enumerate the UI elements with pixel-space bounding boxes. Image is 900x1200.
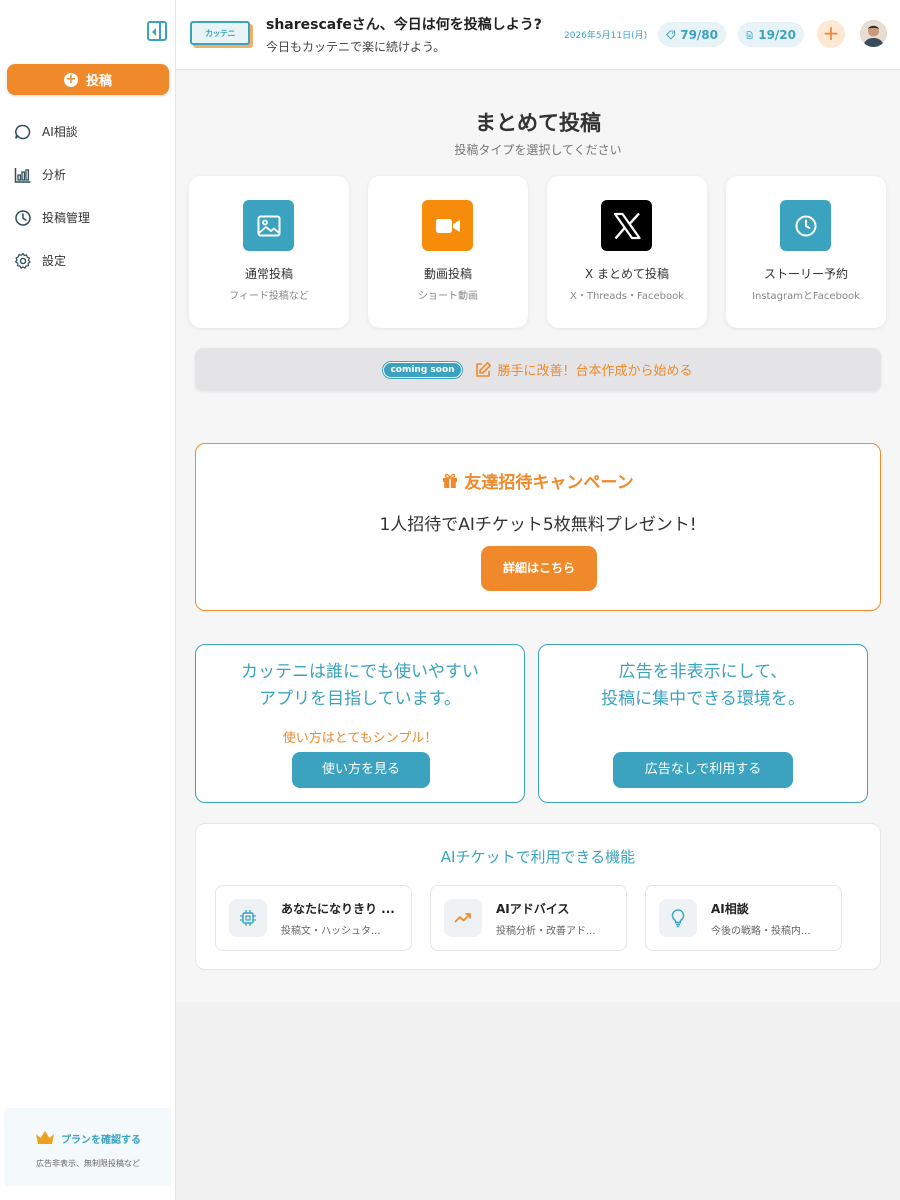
feature-name: AI相談	[711, 902, 749, 916]
crown-icon	[36, 1131, 54, 1144]
ad-free-title: 広告を非表示にして、 投稿に集中できる環境を。	[539, 659, 867, 713]
usage-guide-card: カッテニは誰にでも使いやすい アプリを目指しています。 使い方はとてもシンプル！…	[195, 644, 525, 803]
sidebar-nav: AI相談 分析 投稿管理 設定	[0, 110, 176, 282]
plan-link[interactable]: プランを確認する	[4, 1130, 172, 1146]
campaign-details-button[interactable]: 詳細はこちら	[481, 546, 597, 591]
trend-up-icon	[444, 899, 482, 937]
ai-ticket-count: 79/80	[680, 27, 718, 42]
sidebar-item-analytics[interactable]: 分析	[0, 153, 176, 196]
ticket-icon	[666, 30, 676, 39]
post-type-label: X まとめて投稿	[584, 267, 670, 281]
x-logo-icon	[601, 200, 652, 251]
features-title: AIチケットで利用できる機能	[440, 848, 636, 866]
greeting-title: sharescafeさん、今日は何を投稿しよう?	[266, 17, 542, 33]
clock-icon	[15, 209, 31, 226]
clock-icon	[780, 200, 831, 251]
chat-bubble-icon	[15, 124, 31, 139]
sidebar-collapse-icon[interactable]	[147, 21, 167, 41]
ad-free-line2: 投稿に集中できる環境を。	[601, 689, 805, 709]
feature-ai-advice[interactable]: AIアドバイス 投稿分析・改善アド...	[430, 885, 627, 951]
sidebar-item-label: 投稿管理	[42, 211, 91, 225]
usage-guide-accent: 使い方はとてもシンプル！	[282, 731, 438, 746]
plan-link-label: プランを確認する	[61, 1134, 141, 1146]
edit-icon	[475, 361, 491, 377]
feature-name: あなたになりきり ...	[281, 902, 395, 916]
plan-box: プランを確認する 広告非表示、無制限投稿など	[4, 1108, 172, 1186]
post-type-desc: InstagramとFacebook	[752, 291, 860, 302]
usage-guide-line1: カッテニは誰にでも使いやすい	[241, 662, 479, 682]
coming-soon-badge: coming soon	[383, 361, 462, 378]
main-content: まとめて投稿 投稿タイプを選択してください 通常投稿 フィード投稿など 動画投稿…	[176, 71, 900, 1002]
page-title: まとめて投稿	[475, 111, 601, 135]
gear-icon	[14, 252, 31, 269]
video-camera-icon	[422, 200, 473, 251]
page-subtitle: 投稿タイプを選択してください	[454, 143, 622, 157]
usage-guide-line2: アプリを目指しています。	[259, 689, 461, 709]
ai-ticket-badge[interactable]: 79/80	[658, 22, 726, 47]
sidebar-item-settings[interactable]: 設定	[0, 239, 176, 282]
lightbulb-icon	[659, 899, 697, 937]
post-type-label: 通常投稿	[244, 267, 293, 281]
feature-persona[interactable]: あなたになりきり ... 投稿文・ハッシュタ...	[215, 885, 412, 951]
ad-free-button[interactable]: 広告なしで利用する	[613, 752, 793, 788]
post-type-desc: フィード投稿など	[229, 291, 309, 302]
user-photo-icon	[860, 20, 887, 47]
script-creation-banner: coming soon 勝手に改善！台本作成から始める	[195, 348, 881, 391]
sidebar: + 投稿 AI相談 分析 投稿管理 設定 プランを確認する 広告非表示、無制限投…	[0, 0, 176, 1200]
sidebar-item-ai-consult[interactable]: AI相談	[0, 110, 176, 153]
script-creation-link: 勝手に改善！台本作成から始める	[474, 360, 693, 379]
ai-ticket-features: AIチケットで利用できる機能 あなたになりきり ... 投稿文・ハッシュタ...…	[195, 823, 881, 970]
feature-desc: 投稿文・ハッシュタ...	[281, 926, 381, 937]
app-logo[interactable]: カッテニ	[190, 21, 250, 45]
post-type-label: 動画投稿	[423, 267, 472, 281]
current-date: 2026年5月11日(月)	[564, 31, 648, 41]
feature-ai-consult[interactable]: AI相談 今後の戦略・投稿内...	[645, 885, 842, 951]
referral-campaign: 友達招待キャンペーン 1人招待でAIチケット5枚無料プレゼント! 詳細はこちら	[195, 443, 881, 611]
post-type-x-bulk[interactable]: X まとめて投稿 X・Threads・Facebook	[547, 176, 707, 328]
header: カッテニ sharescafeさん、今日は何を投稿しよう? 今日もカッテニで楽に…	[176, 0, 900, 70]
post-button-label: 投稿	[85, 74, 112, 89]
feature-desc: 投稿分析・改善アド...	[496, 926, 596, 937]
feature-name: AIアドバイス	[496, 902, 570, 916]
gift-icon	[443, 473, 458, 488]
chip-icon	[229, 899, 267, 937]
post-type-story-schedule[interactable]: ストーリー予約 InstagramとFacebook	[726, 176, 886, 328]
feature-desc: 今後の戦略・投稿内...	[711, 926, 811, 937]
usage-guide-title: カッテニは誰にでも使いやすい アプリを目指しています。	[196, 659, 524, 713]
bar-chart-icon	[14, 167, 31, 183]
script-creation-label: 勝手に改善！台本作成から始める	[497, 364, 693, 379]
post-type-label: ストーリー予約	[763, 267, 848, 281]
plus-icon: +	[63, 71, 78, 87]
post-type-video[interactable]: 動画投稿 ショート動画	[368, 176, 528, 328]
post-type-desc: X・Threads・Facebook	[569, 291, 684, 302]
post-count: 19/20	[758, 27, 796, 42]
sidebar-item-label: 設定	[42, 254, 67, 268]
greeting-subtitle: 今日もカッテニで楽に続けよう。	[266, 40, 446, 54]
logo-text: カッテニ	[205, 28, 236, 38]
sidebar-item-label: 分析	[42, 168, 67, 182]
campaign-title: 友達招待キャンペーン	[196, 468, 880, 493]
view-usage-button[interactable]: 使い方を見る	[292, 752, 430, 788]
document-icon	[746, 30, 753, 39]
post-type-desc: ショート動画	[418, 291, 478, 302]
ad-free-card: 広告を非表示にして、 投稿に集中できる環境を。 広告なしで利用する	[538, 644, 868, 803]
sidebar-item-label: AI相談	[42, 125, 78, 139]
plan-description: 広告非表示、無制限投稿など	[36, 1159, 140, 1168]
post-type-normal[interactable]: 通常投稿 フィード投稿など	[189, 176, 349, 328]
post-button[interactable]: + 投稿	[7, 64, 169, 95]
image-icon	[243, 200, 294, 251]
sidebar-item-post-management[interactable]: 投稿管理	[0, 196, 176, 239]
post-count-badge[interactable]: 19/20	[738, 22, 804, 47]
ad-free-line1: 広告を非表示にして、	[618, 662, 788, 682]
campaign-description: 1人招待でAIチケット5枚無料プレゼント!	[379, 515, 697, 535]
add-button[interactable]: +	[817, 20, 845, 48]
avatar[interactable]	[860, 20, 887, 47]
campaign-title-text: 友達招待キャンペーン	[464, 473, 634, 493]
